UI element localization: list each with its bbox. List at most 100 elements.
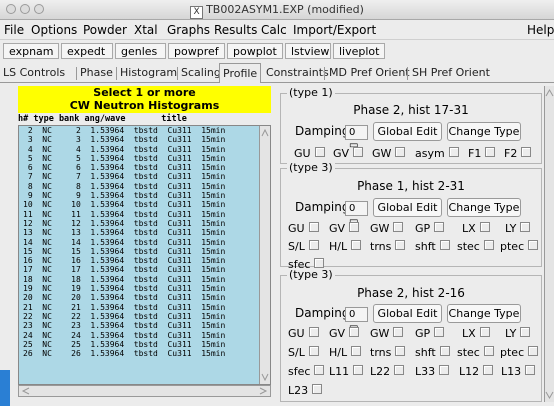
menu-calc[interactable]: Calc <box>261 23 287 37</box>
checkbox-icon[interactable] <box>439 240 450 250</box>
param-checkbox-l12[interactable]: L12 <box>459 365 494 378</box>
param-checkbox-gw[interactable]: GW <box>370 222 404 235</box>
checkbox-icon[interactable] <box>314 258 325 268</box>
histogram-row[interactable]: 2 NC 2 1.53964 tbstd Cu311 15min <box>19 126 270 135</box>
checkbox-icon[interactable] <box>394 365 405 375</box>
checkbox-icon[interactable] <box>353 365 364 375</box>
histogram-row[interactable]: 23 NC 23 1.53964 tbstd Cu311 15min <box>19 321 270 330</box>
histogram-row[interactable]: 24 NC 24 1.53964 tbstd Cu311 15min <box>19 331 270 340</box>
param-checkbox-gv[interactable]: GV <box>333 147 364 160</box>
tab-sh-pref-orient[interactable]: SH Pref Orient <box>412 65 490 81</box>
param-checkbox-sfec[interactable]: sfec <box>288 365 325 378</box>
change-type-button[interactable]: Change Type <box>447 198 521 217</box>
tab-phase[interactable]: Phase <box>80 65 113 81</box>
expnam-button[interactable]: expnam <box>3 43 59 59</box>
histogram-row[interactable]: 5 NC 5 1.53964 tbstd Cu311 15min <box>19 154 270 163</box>
checkbox-icon[interactable] <box>448 147 459 157</box>
param-checkbox-l22[interactable]: L22 <box>370 365 405 378</box>
checkbox-icon[interactable] <box>439 346 450 356</box>
checkbox-icon[interactable] <box>479 327 490 337</box>
checkbox-icon[interactable] <box>483 365 494 375</box>
scroll-up-arrow-icon[interactable] <box>545 88 554 98</box>
checkbox-icon[interactable] <box>483 346 494 356</box>
param-checkbox-f1[interactable]: F1 <box>468 147 496 160</box>
param-checkbox-gp[interactable]: GP <box>415 327 445 340</box>
scroll-right-arrow-icon[interactable] <box>258 386 268 396</box>
histogram-row[interactable]: 14 NC 14 1.53964 tbstd Cu311 15min <box>19 238 270 247</box>
menu-powder[interactable]: Powder <box>83 23 127 37</box>
liveplot-button[interactable]: liveplot <box>333 43 385 59</box>
param-checkbox-gw[interactable]: GW <box>370 327 404 340</box>
histogram-row[interactable]: 11 NC 11 1.53964 tbstd Cu311 15min <box>19 210 270 219</box>
histogram-row[interactable]: 22 NC 22 1.53964 tbstd Cu311 15min <box>19 312 270 321</box>
param-checkbox-s-l[interactable]: S/L <box>288 240 319 253</box>
histogram-row[interactable]: 15 NC 15 1.53964 tbstd Cu311 15min <box>19 247 270 256</box>
histogram-row[interactable]: 18 NC 18 1.53964 tbstd Cu311 15min <box>19 275 270 284</box>
menu-import-export[interactable]: Import/Export <box>293 23 376 37</box>
checkbox-icon[interactable] <box>308 346 319 356</box>
expedt-button[interactable]: expedt <box>61 43 113 59</box>
param-checkbox-lx[interactable]: LX <box>462 222 490 235</box>
checkbox-icon[interactable] <box>520 222 531 232</box>
powplot-button[interactable]: powplot <box>227 43 283 59</box>
param-checkbox-gv[interactable]: GV <box>329 222 360 235</box>
checkbox-icon[interactable] <box>528 240 539 250</box>
scroll-left-arrow-icon[interactable] <box>21 386 31 396</box>
checkbox-icon[interactable] <box>393 222 404 232</box>
param-checkbox-stec[interactable]: stec <box>457 240 494 253</box>
genles-button[interactable]: genles <box>115 43 166 59</box>
menu-options[interactable]: Options <box>31 23 77 37</box>
change-type-button[interactable]: Change Type <box>447 122 521 141</box>
tab-scaling[interactable]: Scaling <box>181 65 221 81</box>
param-checkbox-gu[interactable]: GU <box>288 222 319 235</box>
tab-profile[interactable]: Profile <box>219 63 262 83</box>
global-edit-button[interactable]: Global Edit <box>373 304 442 323</box>
histogram-row[interactable]: 26 NC 26 1.53964 tbstd Cu311 15min <box>19 349 270 358</box>
powpref-button[interactable]: powpref <box>168 43 225 59</box>
histogram-row[interactable]: 3 NC 3 1.53964 tbstd Cu311 15min <box>19 135 270 144</box>
menu-file[interactable]: File <box>4 23 24 37</box>
param-checkbox-l11[interactable]: L11 <box>329 365 364 378</box>
checkbox-icon[interactable] <box>520 327 531 337</box>
checkbox-icon[interactable] <box>525 365 536 375</box>
global-edit-button[interactable]: Global Edit <box>373 122 442 141</box>
checkbox-icon[interactable] <box>483 240 494 250</box>
param-checkbox-shft[interactable]: shft <box>415 346 450 359</box>
param-checkbox-ly[interactable]: LY <box>505 222 531 235</box>
histogram-row[interactable]: 6 NC 6 1.53964 tbstd Cu311 15min <box>19 163 270 172</box>
checkbox-icon[interactable] <box>434 222 445 232</box>
checkbox-icon[interactable] <box>314 365 325 375</box>
histogram-row[interactable]: 19 NC 19 1.53964 tbstd Cu311 15min <box>19 284 270 293</box>
tab-md-pref-orient[interactable]: MD Pref Orient <box>329 65 410 81</box>
histogram-row[interactable]: 8 NC 8 1.53964 tbstd Cu311 15min <box>19 182 270 191</box>
histogram-row[interactable]: 9 NC 9 1.53964 tbstd Cu311 15min <box>19 191 270 200</box>
tab-histogram[interactable]: Histogram <box>120 65 177 81</box>
param-checkbox-l23[interactable]: L23 <box>288 384 323 397</box>
checkbox-icon[interactable] <box>351 346 362 356</box>
param-checkbox-asym[interactable]: asym <box>415 147 459 160</box>
param-checkbox-l13[interactable]: L13 <box>501 365 536 378</box>
histogram-listbox[interactable]: 2 NC 2 1.53964 tbstd Cu311 15min 3 NC 3 … <box>18 125 271 385</box>
param-checkbox-lx[interactable]: LX <box>462 327 490 340</box>
checkbox-icon[interactable] <box>353 147 364 157</box>
menu-xtal[interactable]: Xtal <box>134 23 158 37</box>
checkbox-icon[interactable] <box>308 327 319 337</box>
param-checkbox-gw[interactable]: GW <box>372 147 406 160</box>
checkbox-icon[interactable] <box>521 147 532 157</box>
histogram-row[interactable]: 13 NC 13 1.53964 tbstd Cu311 15min <box>19 228 270 237</box>
tab-ls-controls[interactable]: LS Controls <box>3 65 65 81</box>
damping-menu[interactable]: 0 ▭ <box>345 307 368 333</box>
checkbox-icon[interactable] <box>393 327 404 337</box>
histogram-row[interactable]: 4 NC 4 1.53964 tbstd Cu311 15min <box>19 145 270 154</box>
checkbox-icon[interactable] <box>314 147 325 157</box>
histogram-row[interactable]: 21 NC 21 1.53964 tbstd Cu311 15min <box>19 303 270 312</box>
param-checkbox-gu[interactable]: GU <box>288 327 319 340</box>
param-checkbox-s-l[interactable]: S/L <box>288 346 319 359</box>
histogram-vertical-scrollbar[interactable] <box>259 126 270 384</box>
param-checkbox-h-l[interactable]: H/L <box>329 240 362 253</box>
param-checkbox-gv[interactable]: GV <box>329 327 360 340</box>
checkbox-icon[interactable] <box>395 346 406 356</box>
checkbox-icon[interactable] <box>528 346 539 356</box>
menu-results[interactable]: Results <box>214 23 257 37</box>
tab-constraints[interactable]: Constraints <box>266 65 329 81</box>
